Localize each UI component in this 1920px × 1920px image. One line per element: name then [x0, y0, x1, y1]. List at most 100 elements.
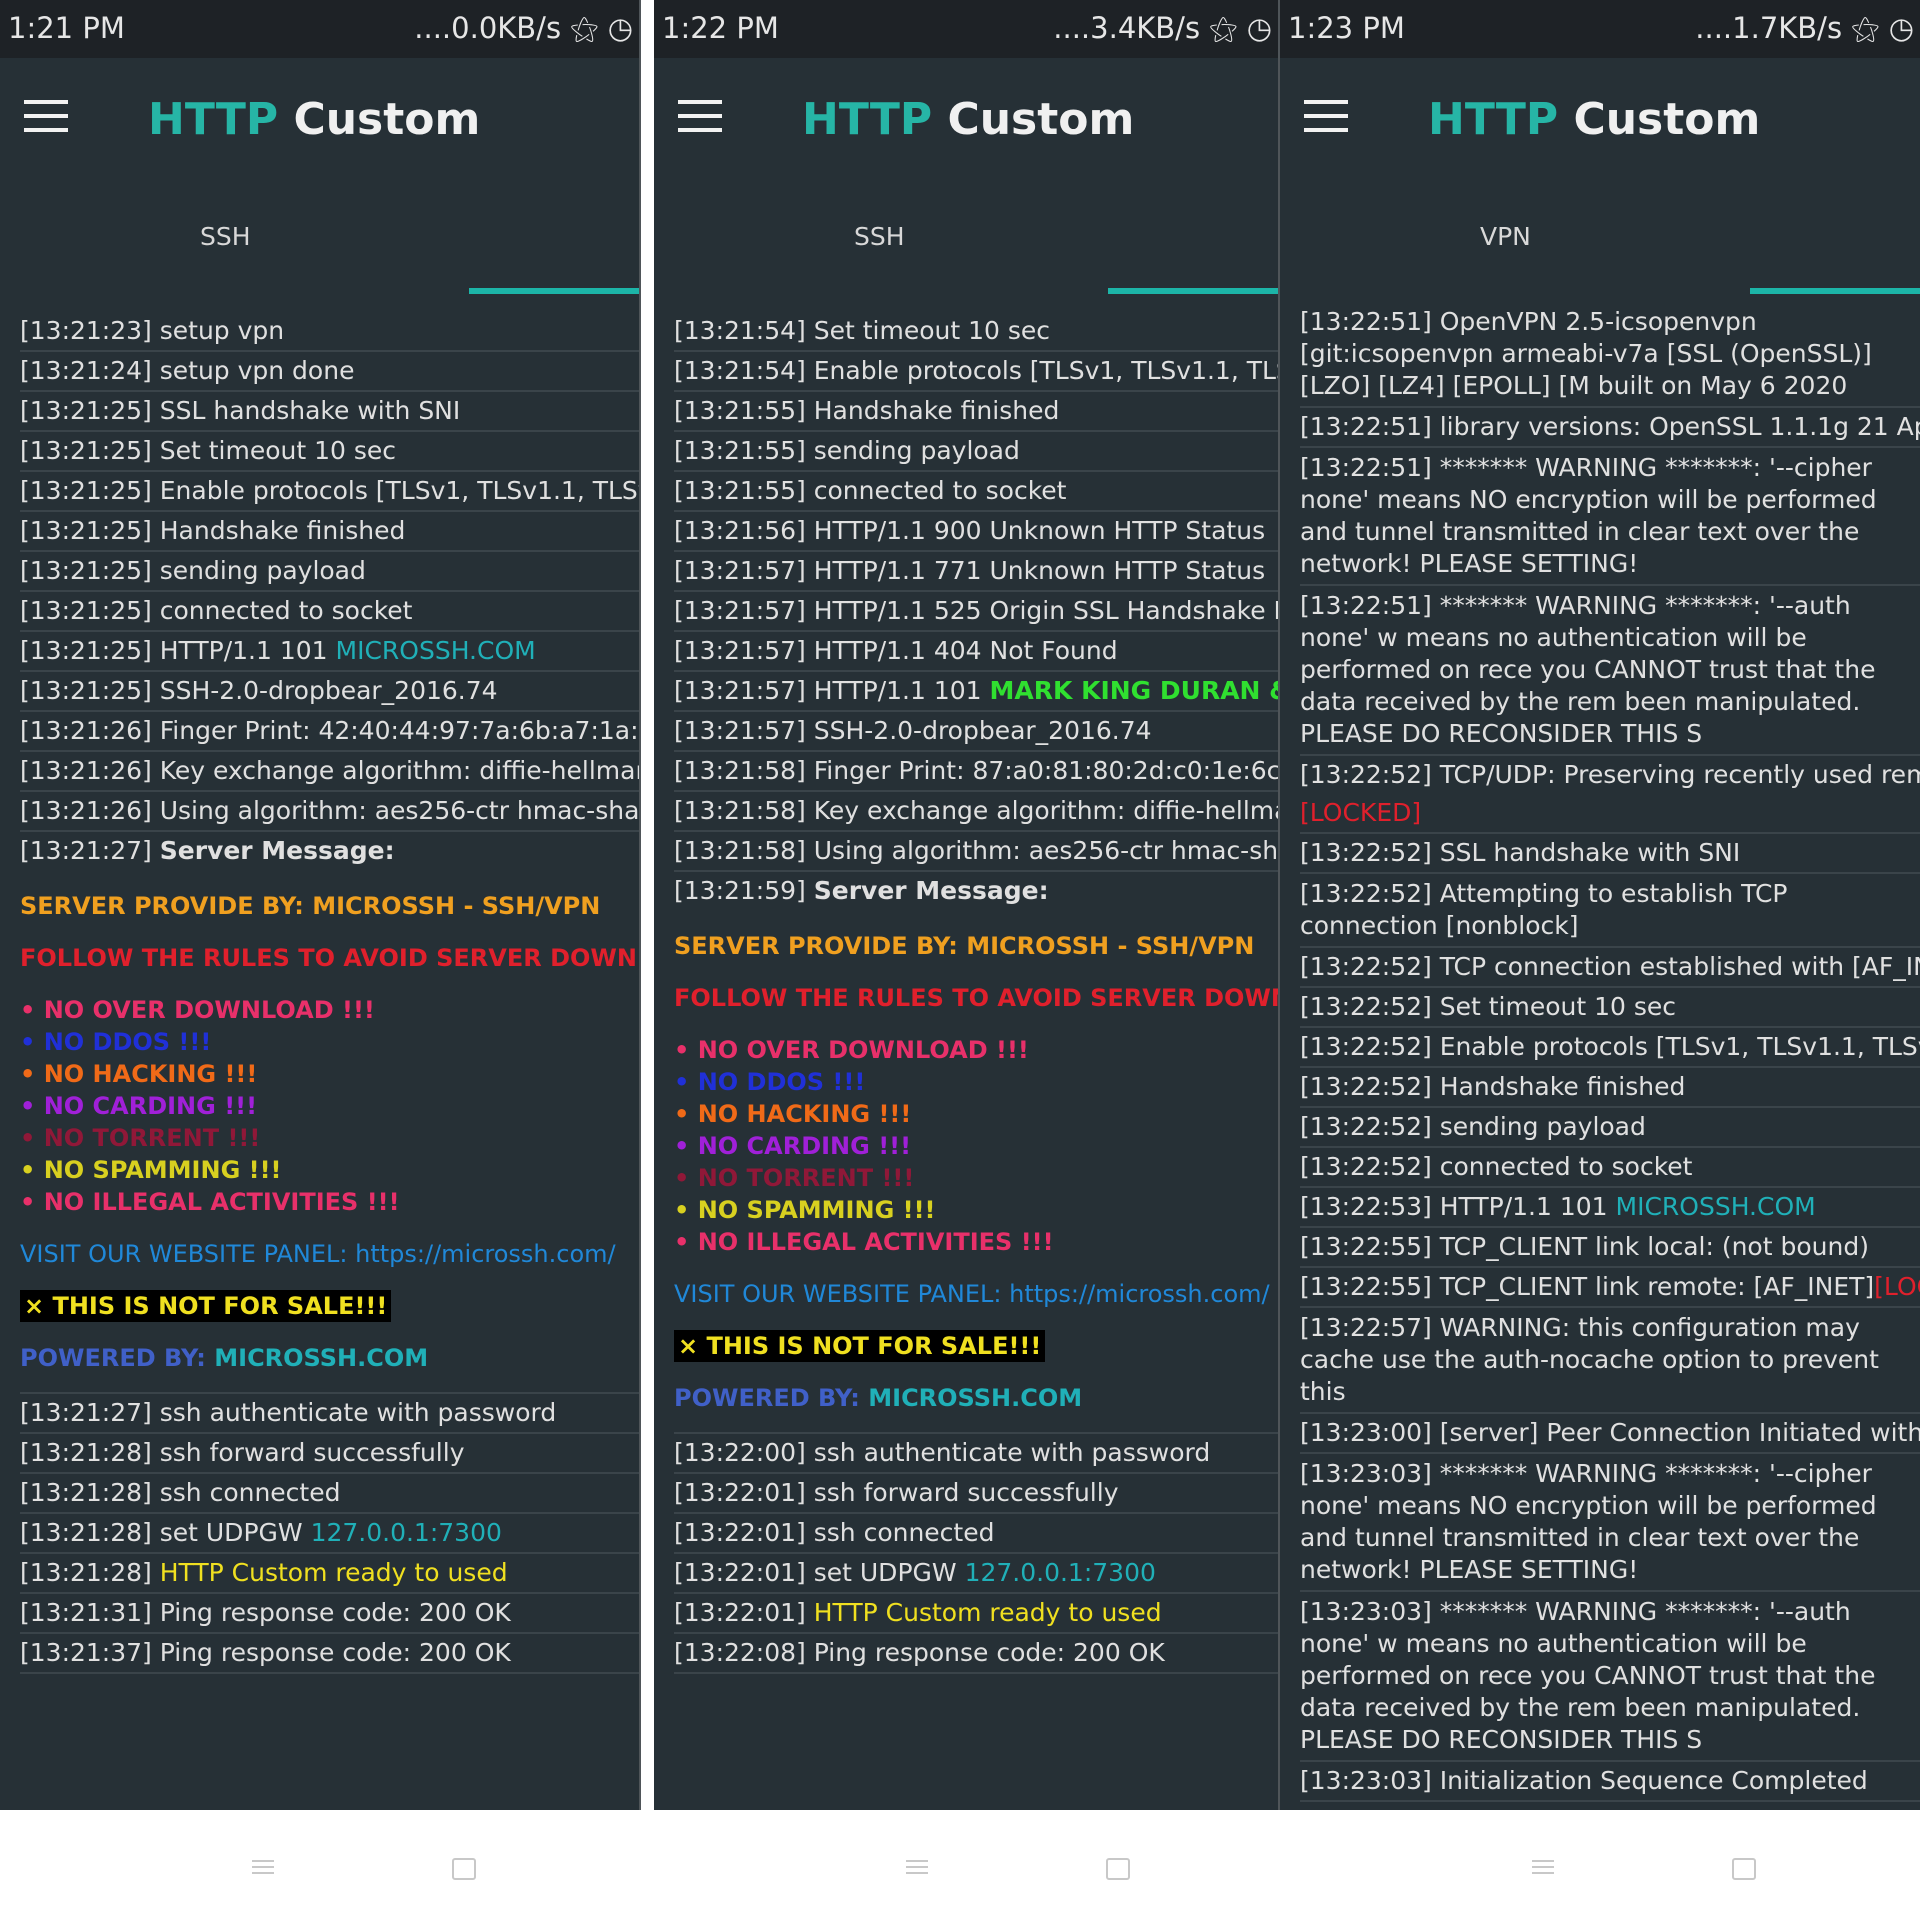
powered-name: MICROSSH.COM — [868, 1384, 1083, 1412]
log-text: [13:23:03] ******* WARNING *******: '--c… — [1300, 1459, 1877, 1584]
log-text: [13:22:57] WARNING: this configuration m… — [1300, 1313, 1879, 1406]
log-line: [13:21:25] connected to socket — [20, 592, 639, 632]
log-bold: Server Message: — [159, 836, 395, 865]
log-text: [13:22:52] Attempting to establish TCP c… — [1300, 879, 1788, 940]
screenshot-collage: 1:21 PM ....0.0KB/s ⚝ ◷ HTTP Custom SSH … — [0, 0, 1920, 1920]
recents-icon[interactable] — [1532, 1860, 1554, 1874]
follow-line: FOLLOW THE RULES TO AVOID SERVER DOWN: — [20, 944, 639, 972]
log-line: [13:21:56] HTTP/1.1 900 Unknown HTTP Sta… — [674, 512, 1278, 552]
recents-icon[interactable] — [906, 1860, 928, 1874]
log-line: [13:21:25] HTTP/1.1 101 MICROSSH.COM — [20, 632, 639, 672]
log-line: [13:21:54] Set timeout 10 sec — [674, 312, 1278, 352]
rule-line: • NO HACKING !!! — [20, 1060, 258, 1088]
log-line: [13:22:55] TCP_CLIENT link remote: [AF_I… — [1300, 1268, 1920, 1308]
log-line: [13:22:01] HTTP Custom ready to used — [674, 1594, 1278, 1634]
menu-icon[interactable] — [24, 100, 68, 134]
tab-ssh[interactable]: SSH — [200, 222, 251, 251]
log-bold: Server Message: — [813, 876, 1049, 905]
log-text: [13:23:03] Initialization Sequence Compl… — [1300, 1766, 1868, 1795]
home-icon[interactable] — [1106, 1858, 1130, 1880]
log-line: [13:21:37] Ping response code: 200 OK — [20, 1634, 639, 1674]
rule-line: • NO SPAMMING !!! — [674, 1196, 936, 1224]
phone-panel-1: 1:21 PM ....0.0KB/s ⚝ ◷ HTTP Custom SSH … — [0, 0, 639, 1920]
log-line: [13:21:25] sending payload — [20, 552, 639, 592]
log-prefix: [13:21:28] — [20, 1558, 160, 1587]
sale-line: × THIS IS NOT FOR SALE!!! — [674, 1330, 1278, 1362]
log-line: [13:22:55] TCP_CLIENT link local: (not b… — [1300, 1228, 1920, 1268]
rule-line: • NO HACKING !!! — [674, 1100, 912, 1128]
log-line: [13:21:27] Server Message: — [20, 832, 639, 870]
log-highlight: MICROSSH.COM — [335, 636, 536, 665]
rule-line: • NO SPAMMING !!! — [20, 1156, 282, 1184]
menu-icon[interactable] — [1304, 100, 1348, 134]
log-highlight: MICROSSH.COM — [1615, 1192, 1816, 1221]
log-line: [13:21:58] Finger Print: 87:a0:81:80:2d:… — [674, 752, 1278, 792]
log-line: [13:21:27] ssh authenticate with passwor… — [20, 1394, 639, 1434]
log-text: [13:22:51] ******* WARNING *******: '--a… — [1300, 591, 1876, 748]
recents-icon[interactable] — [252, 1860, 274, 1874]
visit-url[interactable]: https://microssh.com/ — [1009, 1280, 1269, 1308]
rule-line: • NO TORRENT !!! — [674, 1164, 915, 1192]
log-line: [13:21:58] Using algorithm: aes256-ctr h… — [674, 832, 1278, 872]
log-line: [13:22:01] set UDPGW 127.0.0.1:7300 — [674, 1554, 1278, 1594]
log-text: [13:22:52] Handshake finished — [1300, 1072, 1686, 1101]
menu-icon[interactable] — [678, 100, 722, 134]
log-line: [13:22:52] Set timeout 10 sec — [1300, 988, 1920, 1028]
log-highlight: MARK KING DURAN & REU — [989, 676, 1278, 705]
ready-text: HTTP Custom ready to used — [813, 1598, 1162, 1627]
log-prefix: [13:21:57] HTTP/1.1 101 — [674, 676, 990, 705]
log-prefix: [13:22:01] set UDPGW — [674, 1558, 965, 1587]
log-line: [13:21:31] Ping response code: 200 OK — [20, 1594, 639, 1634]
log-prefix: [13:21:27] — [20, 836, 160, 865]
app-title: HTTP Custom — [148, 94, 480, 145]
log-list[interactable]: [13:21:54] Set timeout 10 sec [13:21:54]… — [654, 296, 1278, 1810]
log-text: [13:22:51] library versions: OpenSSL 1.1… — [1300, 412, 1920, 441]
log-line: [13:21:57] HTTP/1.1 771 Unknown HTTP Sta… — [674, 552, 1278, 592]
log-line: [13:21:55] sending payload — [674, 432, 1278, 472]
log-line: [13:21:55] connected to socket — [674, 472, 1278, 512]
log-line: [13:21:25] SSH-2.0-dropbear_2016.74 — [20, 672, 639, 712]
log-line: [13:21:26] Key exchange algorithm: diffi… — [20, 752, 639, 792]
tab-indicator — [1750, 288, 1920, 294]
log-line: [13:21:58] Key exchange algorithm: diffi… — [674, 792, 1278, 832]
log-line: [13:22:01] ssh forward successfully — [674, 1474, 1278, 1514]
log-highlight: [LOCK — [1874, 1272, 1920, 1301]
rule-line: • NO CARDING !!! — [674, 1132, 912, 1160]
log-line: [13:22:51] ******* WARNING *******: '--c… — [1300, 448, 1920, 586]
log-line: [13:22:53] HTTP/1.1 101 MICROSSH.COM — [1300, 1188, 1920, 1228]
log-list[interactable]: [13:21:23] setup vpn [13:21:24] setup vp… — [0, 296, 639, 1810]
powered-line: POWERED BY: MICROSSH.COM — [20, 1342, 639, 1374]
log-text: [13:22:52] sending payload — [1300, 1112, 1646, 1141]
app-title-http: HTTP — [1428, 94, 1559, 145]
home-icon[interactable] — [1732, 1858, 1756, 1880]
rule-line: • NO ILLEGAL ACTIVITIES !!! — [20, 1188, 400, 1216]
app-title-custom: Custom — [947, 94, 1135, 145]
tab-indicator — [469, 288, 639, 294]
log-line: [13:21:54] Enable protocols [TLSv1, TLSv… — [674, 352, 1278, 392]
log-line: [13:22:57] WARNING: this configuration m… — [1300, 1308, 1920, 1414]
log-line: [13:23:03] HTTP Custom ready to used — [1300, 1802, 1920, 1810]
log-list[interactable]: [13:22:51] OpenVPN 2.5-icsopenvpn [git:i… — [1280, 296, 1920, 1810]
tab-vpn[interactable]: VPN — [1480, 222, 1531, 251]
sale-line: × THIS IS NOT FOR SALE!!! — [20, 1290, 639, 1322]
log-line: [13:21:28] ssh forward successfully — [20, 1434, 639, 1474]
follow-line: FOLLOW THE RULES TO AVOID SERVER DOWN: — [674, 984, 1278, 1012]
status-time: 1:21 PM — [8, 11, 125, 45]
home-icon[interactable] — [452, 1858, 476, 1880]
tab-ssh[interactable]: SSH — [854, 222, 905, 251]
log-line: [13:21:57] SSH-2.0-dropbear_2016.74 — [674, 712, 1278, 752]
ready-text: HTTP Custom ready to used — [159, 1558, 508, 1587]
app-title-custom: Custom — [1573, 94, 1761, 145]
visit-line: VISIT OUR WEBSITE PANEL: https://micross… — [20, 1238, 639, 1270]
log-line: [13:22:51] ******* WARNING *******: '--a… — [1300, 586, 1920, 756]
log-line: [13:21:25] Enable protocols [TLSv1, TLSv… — [20, 472, 639, 512]
log-line: [13:21:57] HTTP/1.1 101 MARK KING DURAN … — [674, 672, 1278, 712]
log-prefix: [13:21:28] set UDPGW — [20, 1518, 311, 1547]
status-bar: 1:21 PM ....0.0KB/s ⚝ ◷ — [0, 0, 639, 58]
visit-url[interactable]: https://microssh.com/ — [355, 1240, 615, 1268]
log-prefix: [13:22:01] — [674, 1598, 814, 1627]
log-line: [13:22:52] SSL handshake with SNI — [1300, 834, 1920, 874]
log-line: [13:21:23] setup vpn — [20, 312, 639, 352]
log-line: [13:22:52] TCP/UDP: Preserving recently … — [1300, 756, 1920, 834]
log-line: [13:21:28] HTTP Custom ready to used — [20, 1554, 639, 1594]
